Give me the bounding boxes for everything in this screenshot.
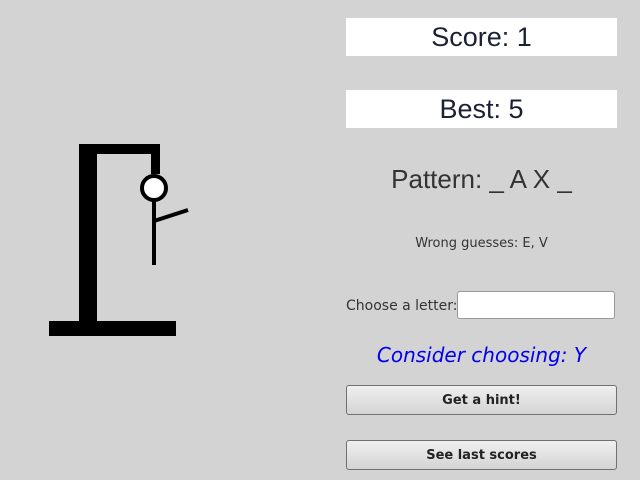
hangman-head [140,174,168,202]
hint-suggestion: Consider choosing: Y [376,343,587,367]
hangman-arm [153,208,189,223]
gallows-post [79,144,97,322]
score-display: Score: 1 [346,18,617,56]
word-pattern: Pattern: _ A X _ [391,164,572,194]
letter-input[interactable] [457,291,615,319]
hint-button[interactable]: Get a hint! [346,385,617,415]
gallows-base [49,321,176,336]
last-scores-button[interactable]: See last scores [346,440,617,470]
gallows-rope [151,144,160,174]
letter-input-label: Choose a letter: [346,298,458,314]
hangman-drawing [49,144,189,336]
wrong-guesses: Wrong guesses: E, V [415,236,548,251]
best-score-display: Best: 5 [346,90,617,128]
gallows-beam [79,144,160,154]
